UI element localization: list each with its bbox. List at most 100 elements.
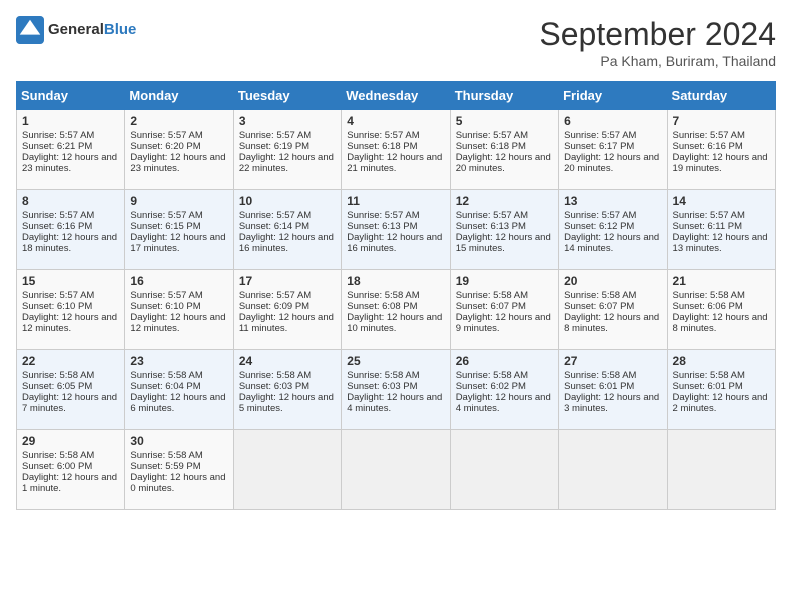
sunset-text: Sunset: 6:05 PM [22, 381, 92, 392]
daylight-text: Daylight: 12 hours and 14 minutes. [564, 232, 659, 254]
daylight-text: Daylight: 12 hours and 5 minutes. [239, 392, 334, 414]
sunset-text: Sunset: 6:18 PM [456, 141, 526, 152]
daylight-text: Daylight: 12 hours and 19 minutes. [673, 152, 768, 174]
sunset-text: Sunset: 6:17 PM [564, 141, 634, 152]
daylight-text: Daylight: 12 hours and 10 minutes. [347, 312, 442, 334]
sunrise-text: Sunrise: 5:58 AM [456, 370, 528, 381]
day-number: 8 [22, 194, 119, 208]
col-sunday: Sunday [17, 82, 125, 110]
calendar-cell: 1 Sunrise: 5:57 AM Sunset: 6:21 PM Dayli… [17, 110, 125, 190]
calendar-week-row: 29 Sunrise: 5:58 AM Sunset: 6:00 PM Dayl… [17, 430, 776, 510]
logo: GeneralBlue [16, 16, 136, 44]
daylight-text: Daylight: 12 hours and 12 minutes. [130, 312, 225, 334]
sunset-text: Sunset: 6:13 PM [456, 221, 526, 232]
sunrise-text: Sunrise: 5:58 AM [130, 450, 202, 461]
calendar-cell: 7 Sunrise: 5:57 AM Sunset: 6:16 PM Dayli… [667, 110, 775, 190]
sunrise-text: Sunrise: 5:57 AM [564, 210, 636, 221]
calendar-week-row: 22 Sunrise: 5:58 AM Sunset: 6:05 PM Dayl… [17, 350, 776, 430]
daylight-text: Daylight: 12 hours and 16 minutes. [239, 232, 334, 254]
calendar-header-row: Sunday Monday Tuesday Wednesday Thursday… [17, 82, 776, 110]
day-number: 23 [130, 354, 227, 368]
sunset-text: Sunset: 6:06 PM [673, 301, 743, 312]
calendar-cell: 16 Sunrise: 5:57 AM Sunset: 6:10 PM Dayl… [125, 270, 233, 350]
calendar-cell: 25 Sunrise: 5:58 AM Sunset: 6:03 PM Dayl… [342, 350, 450, 430]
day-number: 5 [456, 114, 553, 128]
sunset-text: Sunset: 6:02 PM [456, 381, 526, 392]
day-number: 24 [239, 354, 336, 368]
sunset-text: Sunset: 6:21 PM [22, 141, 92, 152]
sunset-text: Sunset: 6:10 PM [22, 301, 92, 312]
calendar-cell: 17 Sunrise: 5:57 AM Sunset: 6:09 PM Dayl… [233, 270, 341, 350]
title-block: September 2024 Pa Kham, Buriram, Thailan… [539, 16, 776, 69]
day-number: 29 [22, 434, 119, 448]
day-number: 6 [564, 114, 661, 128]
calendar-week-row: 8 Sunrise: 5:57 AM Sunset: 6:16 PM Dayli… [17, 190, 776, 270]
calendar-week-row: 1 Sunrise: 5:57 AM Sunset: 6:21 PM Dayli… [17, 110, 776, 190]
calendar-cell: 20 Sunrise: 5:58 AM Sunset: 6:07 PM Dayl… [559, 270, 667, 350]
sunset-text: Sunset: 6:13 PM [347, 221, 417, 232]
sunset-text: Sunset: 6:19 PM [239, 141, 309, 152]
calendar-cell: 2 Sunrise: 5:57 AM Sunset: 6:20 PM Dayli… [125, 110, 233, 190]
sunrise-text: Sunrise: 5:57 AM [22, 210, 94, 221]
day-number: 12 [456, 194, 553, 208]
sunset-text: Sunset: 6:18 PM [347, 141, 417, 152]
daylight-text: Daylight: 12 hours and 21 minutes. [347, 152, 442, 174]
col-thursday: Thursday [450, 82, 558, 110]
daylight-text: Daylight: 12 hours and 23 minutes. [130, 152, 225, 174]
col-saturday: Saturday [667, 82, 775, 110]
sunset-text: Sunset: 6:16 PM [673, 141, 743, 152]
day-number: 21 [673, 274, 770, 288]
sunrise-text: Sunrise: 5:58 AM [130, 370, 202, 381]
calendar-cell [342, 430, 450, 510]
sunrise-text: Sunrise: 5:58 AM [22, 450, 94, 461]
day-number: 7 [673, 114, 770, 128]
calendar-cell [559, 430, 667, 510]
sunset-text: Sunset: 5:59 PM [130, 461, 200, 472]
sunrise-text: Sunrise: 5:58 AM [456, 290, 528, 301]
sunset-text: Sunset: 6:11 PM [673, 221, 743, 232]
daylight-text: Daylight: 12 hours and 16 minutes. [347, 232, 442, 254]
sunrise-text: Sunrise: 5:57 AM [673, 130, 745, 141]
daylight-text: Daylight: 12 hours and 17 minutes. [130, 232, 225, 254]
sunrise-text: Sunrise: 5:58 AM [673, 370, 745, 381]
sunset-text: Sunset: 6:01 PM [673, 381, 743, 392]
sunrise-text: Sunrise: 5:57 AM [456, 210, 528, 221]
sunset-text: Sunset: 6:00 PM [22, 461, 92, 472]
calendar-cell: 23 Sunrise: 5:58 AM Sunset: 6:04 PM Dayl… [125, 350, 233, 430]
day-number: 19 [456, 274, 553, 288]
day-number: 1 [22, 114, 119, 128]
sunrise-text: Sunrise: 5:57 AM [347, 130, 419, 141]
daylight-text: Daylight: 12 hours and 2 minutes. [673, 392, 768, 414]
day-number: 20 [564, 274, 661, 288]
day-number: 14 [673, 194, 770, 208]
calendar-cell: 11 Sunrise: 5:57 AM Sunset: 6:13 PM Dayl… [342, 190, 450, 270]
daylight-text: Daylight: 12 hours and 6 minutes. [130, 392, 225, 414]
daylight-text: Daylight: 12 hours and 3 minutes. [564, 392, 659, 414]
sunset-text: Sunset: 6:08 PM [347, 301, 417, 312]
sunset-text: Sunset: 6:07 PM [564, 301, 634, 312]
sunset-text: Sunset: 6:12 PM [564, 221, 634, 232]
sunrise-text: Sunrise: 5:57 AM [239, 290, 311, 301]
sunrise-text: Sunrise: 5:58 AM [673, 290, 745, 301]
sunrise-text: Sunrise: 5:57 AM [347, 210, 419, 221]
sunset-text: Sunset: 6:03 PM [347, 381, 417, 392]
calendar-cell: 29 Sunrise: 5:58 AM Sunset: 6:00 PM Dayl… [17, 430, 125, 510]
calendar-cell: 3 Sunrise: 5:57 AM Sunset: 6:19 PM Dayli… [233, 110, 341, 190]
col-wednesday: Wednesday [342, 82, 450, 110]
daylight-text: Daylight: 12 hours and 11 minutes. [239, 312, 334, 334]
col-monday: Monday [125, 82, 233, 110]
sunrise-text: Sunrise: 5:57 AM [22, 130, 94, 141]
page-header: GeneralBlue September 2024 Pa Kham, Buri… [16, 16, 776, 69]
sunset-text: Sunset: 6:07 PM [456, 301, 526, 312]
daylight-text: Daylight: 12 hours and 8 minutes. [564, 312, 659, 334]
sunrise-text: Sunrise: 5:58 AM [564, 370, 636, 381]
calendar-week-row: 15 Sunrise: 5:57 AM Sunset: 6:10 PM Dayl… [17, 270, 776, 350]
sunrise-text: Sunrise: 5:58 AM [564, 290, 636, 301]
day-number: 3 [239, 114, 336, 128]
day-number: 27 [564, 354, 661, 368]
calendar-cell: 9 Sunrise: 5:57 AM Sunset: 6:15 PM Dayli… [125, 190, 233, 270]
sunrise-text: Sunrise: 5:57 AM [673, 210, 745, 221]
daylight-text: Daylight: 12 hours and 9 minutes. [456, 312, 551, 334]
day-number: 15 [22, 274, 119, 288]
daylight-text: Daylight: 12 hours and 13 minutes. [673, 232, 768, 254]
